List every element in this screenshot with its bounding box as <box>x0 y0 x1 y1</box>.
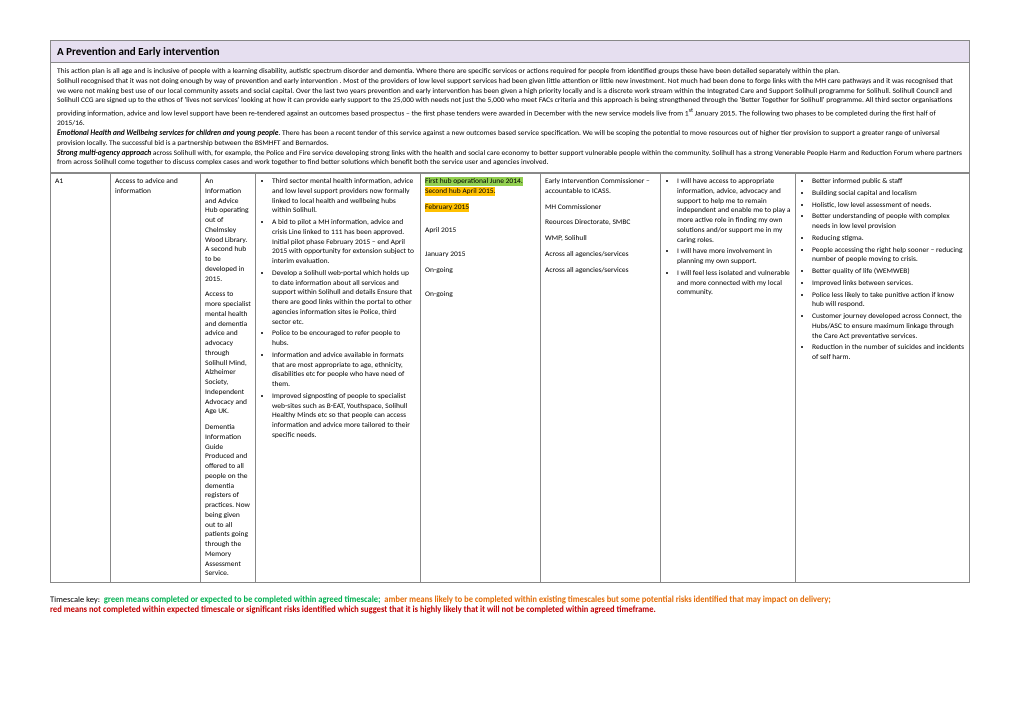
table-row: A1 Access to advice and information An I… <box>51 174 970 583</box>
list-item: Third sector mental health information, … <box>272 177 416 216</box>
cell-lead: Early Intervention Commissioner – accoun… <box>541 174 661 583</box>
list-item: I will have access to appropriate inform… <box>677 177 791 245</box>
list-item: Information and advice available in form… <box>272 351 416 390</box>
list-item: Better understanding of people with comp… <box>812 212 965 232</box>
key-amber: amber means likely to be completed withi… <box>384 595 830 605</box>
cell-outcomes: Better informed public & staff Building … <box>796 174 970 583</box>
intro-p1: This action plan is all age and is inclu… <box>57 67 963 77</box>
list-item: Improved links between services. <box>812 279 965 289</box>
status-green: First hub operational June 2014. <box>425 177 523 186</box>
list-item: Reduction in the number of suicides and … <box>812 343 965 363</box>
action-table: A1 Access to advice and information An I… <box>50 173 970 583</box>
section-header: A Prevention and Early intervention <box>50 40 970 63</box>
intro-box: This action plan is all age and is inclu… <box>50 63 970 173</box>
timescale-key: Timescale key: green means completed or … <box>50 595 970 615</box>
status-amber: Second hub April 2015. <box>425 187 495 196</box>
section-title: A Prevention and Early intervention <box>57 45 220 58</box>
key-green: green means completed or expected to be … <box>104 595 381 605</box>
intro-p4: Strong multi-agency approach across Soli… <box>57 149 963 169</box>
list-item: Develop a Solihull web-portal which hold… <box>272 269 416 328</box>
list-item: Better quality of life (WEMWEB) <box>812 267 965 277</box>
status-amber: February 2015 <box>425 203 469 212</box>
cell-hub: An Information and Advice Hub operating … <box>201 174 256 583</box>
cell-access: Access to advice and information <box>111 174 201 583</box>
cell-timescale: First hub operational June 2014. Second … <box>421 174 541 583</box>
intro-p3: Emotional Health and Wellbeing services … <box>57 129 963 149</box>
list-item: A bid to pilot a MH information, advice … <box>272 218 416 267</box>
list-item: Police less likely to take punitive acti… <box>812 291 965 311</box>
list-item: Building social capital and localism <box>812 189 965 199</box>
list-item: People accessing the right help sooner –… <box>812 246 965 266</box>
list-item: Police to be encouraged to refer people … <box>272 329 416 349</box>
list-item: Holistic, low level assessment of needs. <box>812 201 965 211</box>
list-item: I will feel less isolated and vulnerable… <box>677 269 791 298</box>
cell-actions: Third sector mental health information, … <box>256 174 421 583</box>
list-item: Improved signposting of people to specia… <box>272 392 416 441</box>
cell-individual: I will have access to appropriate inform… <box>661 174 796 583</box>
list-item: Better informed public & staff <box>812 177 965 187</box>
intro-p2: Solihull recognised that it was not doin… <box>57 77 963 129</box>
list-item: Reducing stigma. <box>812 234 965 244</box>
key-red: red means not completed within expected … <box>50 605 656 615</box>
list-item: Customer journey developed across Connec… <box>812 312 965 341</box>
cell-ref: A1 <box>51 174 111 583</box>
list-item: I will have more involvement in planning… <box>677 247 791 267</box>
